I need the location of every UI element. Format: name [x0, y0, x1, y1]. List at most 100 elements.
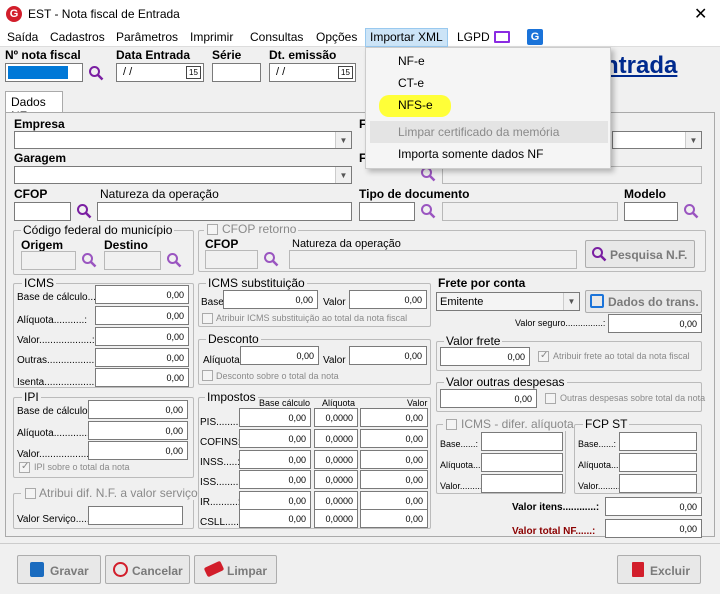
menu-item-cte[interactable]: CT-e	[398, 76, 424, 90]
dt-emissao-input[interactable]: / / 15	[269, 63, 356, 82]
chevron-down-icon[interactable]: ▼	[335, 167, 351, 183]
ir-aliquota-input[interactable]: 0,0000	[314, 491, 358, 510]
gravar-button[interactable]: Gravar	[17, 555, 101, 584]
menu-imprimir[interactable]: Imprimir	[190, 30, 233, 44]
frete-select[interactable]: Emitente ▼	[436, 292, 580, 311]
csll-aliquota-input[interactable]: 0,0000	[314, 509, 358, 528]
chevron-down-icon[interactable]: ▼	[335, 132, 351, 148]
ipi-checkbox[interactable]	[19, 461, 30, 473]
valor-frete-input[interactable]: 0,00	[440, 347, 530, 366]
calendar-icon[interactable]: 15	[338, 66, 353, 79]
icms-base-input[interactable]: 0,00	[95, 285, 189, 304]
ipi-base-input[interactable]: 0,00	[88, 400, 188, 419]
search-icon[interactable]	[166, 252, 182, 268]
search-icon[interactable]	[683, 203, 699, 219]
limpar-button[interactable]: Limpar	[194, 555, 277, 584]
icms-difer-base-input[interactable]	[481, 432, 563, 451]
cfop-retorno-input[interactable]	[205, 250, 258, 269]
chevron-down-icon[interactable]: ▼	[685, 132, 701, 148]
pis-aliquota-input[interactable]: 0,0000	[314, 408, 358, 427]
valor-seguro-input[interactable]: 0,00	[608, 314, 702, 333]
menu-cadastros[interactable]: Cadastros	[50, 30, 105, 44]
menu-opcoes[interactable]: Opções	[316, 30, 357, 44]
data-entrada-input[interactable]: / / 15	[116, 63, 204, 82]
tipo-documento-input[interactable]	[359, 202, 415, 221]
fcp-st-valor-input[interactable]	[619, 474, 697, 493]
pis-base-input[interactable]: 0,00	[239, 408, 311, 427]
fornecedor-select[interactable]: ▼	[612, 131, 702, 149]
pesquisa-nf-button[interactable]: Pesquisa N.F.	[585, 240, 695, 268]
ir-base-input[interactable]: 0,00	[239, 491, 311, 510]
cofins-aliquota-input[interactable]: 0,0000	[314, 429, 358, 448]
menu-item-nfe[interactable]: NF-e	[398, 54, 425, 68]
fcp-st-aliquota-input[interactable]	[619, 453, 697, 472]
ipi-valor-input[interactable]: 0,00	[88, 441, 188, 460]
valor-frete-checkbox[interactable]	[538, 350, 549, 362]
inss-valor-input[interactable]: 0,00	[360, 450, 428, 469]
menu-consultas[interactable]: Consultas	[250, 30, 303, 44]
cfop-retorno-checkbox[interactable]	[207, 224, 218, 235]
icms-aliquota-input[interactable]: 0,00	[95, 306, 189, 325]
dados-trans-button[interactable]: Dados do trans.	[585, 290, 702, 313]
search-icon[interactable]	[420, 203, 436, 219]
calendar-icon[interactable]: 15	[186, 66, 201, 79]
origem-input[interactable]	[21, 251, 76, 270]
atribuir-dif-checkbox[interactable]	[25, 488, 36, 499]
search-icon[interactable]	[263, 251, 279, 267]
menu-importar-xml[interactable]: Importar XML	[365, 28, 448, 47]
menu-parametros[interactable]: Parâmetros	[116, 30, 178, 44]
valor-total-input[interactable]: 0,00	[605, 519, 702, 538]
close-icon[interactable]: ✕	[694, 4, 707, 24]
icms-valor-input[interactable]: 0,00	[95, 327, 189, 346]
icms-isenta-input[interactable]: 0,00	[95, 368, 189, 387]
monitor-icon[interactable]	[494, 31, 510, 43]
modelo-input[interactable]	[624, 202, 678, 221]
cancelar-button[interactable]: Cancelar	[105, 555, 190, 584]
search-icon[interactable]	[81, 252, 97, 268]
iss-base-input[interactable]: 0,00	[239, 470, 311, 489]
desconto-valor-input[interactable]: 0,00	[349, 346, 427, 365]
icms-st-checkbox[interactable]	[202, 313, 213, 324]
valor-itens-input[interactable]: 0,00	[605, 497, 702, 516]
pis-valor-input[interactable]: 0,00	[360, 408, 428, 427]
cofins-valor-input[interactable]: 0,00	[360, 429, 428, 448]
ir-valor-input[interactable]: 0,00	[360, 491, 428, 510]
tab-dados-nf[interactable]: Dados NF	[5, 91, 63, 123]
menu-lgpd[interactable]: LGPD	[457, 30, 490, 44]
icms-difer-valor-input[interactable]	[481, 474, 563, 493]
valor-servico-input[interactable]	[88, 506, 183, 525]
nota-fiscal-input[interactable]	[5, 63, 83, 82]
natureza-input[interactable]	[97, 202, 352, 221]
csll-base-input[interactable]: 0,00	[239, 509, 311, 528]
empresa-select[interactable]: ▼	[14, 131, 352, 149]
csll-valor-input[interactable]: 0,00	[360, 509, 428, 528]
desconto-aliquota-input[interactable]: 0,00	[240, 346, 319, 365]
serie-input[interactable]	[212, 63, 261, 82]
outras-despesas-input[interactable]: 0,00	[440, 389, 537, 408]
destino-input[interactable]	[104, 251, 161, 270]
menu-item-importa-dados-nf[interactable]: Importa somente dados NF	[398, 147, 543, 161]
inss-base-input[interactable]: 0,00	[239, 450, 311, 469]
inss-aliquota-input[interactable]: 0,0000	[314, 450, 358, 469]
iss-aliquota-input[interactable]: 0,0000	[314, 470, 358, 489]
icms-st-base-input[interactable]: 0,00	[223, 290, 318, 309]
icms-outras-input[interactable]: 0,00	[95, 348, 189, 367]
g-app-icon[interactable]: G	[527, 29, 543, 45]
icms-st-valor-input[interactable]: 0,00	[349, 290, 427, 309]
search-icon[interactable]	[88, 65, 104, 81]
menu-item-nfse[interactable]: NFS-e	[398, 98, 433, 112]
icms-difer-checkbox[interactable]	[446, 419, 457, 430]
iss-valor-input[interactable]: 0,00	[360, 470, 428, 489]
chevron-down-icon[interactable]: ▼	[563, 293, 579, 310]
icms-difer-aliquota-input[interactable]	[481, 453, 563, 472]
menu-saida[interactable]: Saída	[7, 30, 38, 44]
desconto-checkbox[interactable]	[202, 370, 213, 381]
fcp-st-base-input[interactable]	[619, 432, 697, 451]
excluir-button[interactable]: Excluir	[617, 555, 701, 584]
garagem-select[interactable]: ▼	[14, 166, 352, 184]
ipi-aliquota-input[interactable]: 0,00	[88, 421, 188, 440]
outras-despesas-checkbox[interactable]	[545, 393, 556, 404]
search-icon[interactable]	[76, 203, 92, 219]
cofins-base-input[interactable]: 0,00	[239, 429, 311, 448]
cfop-input[interactable]	[14, 202, 71, 221]
